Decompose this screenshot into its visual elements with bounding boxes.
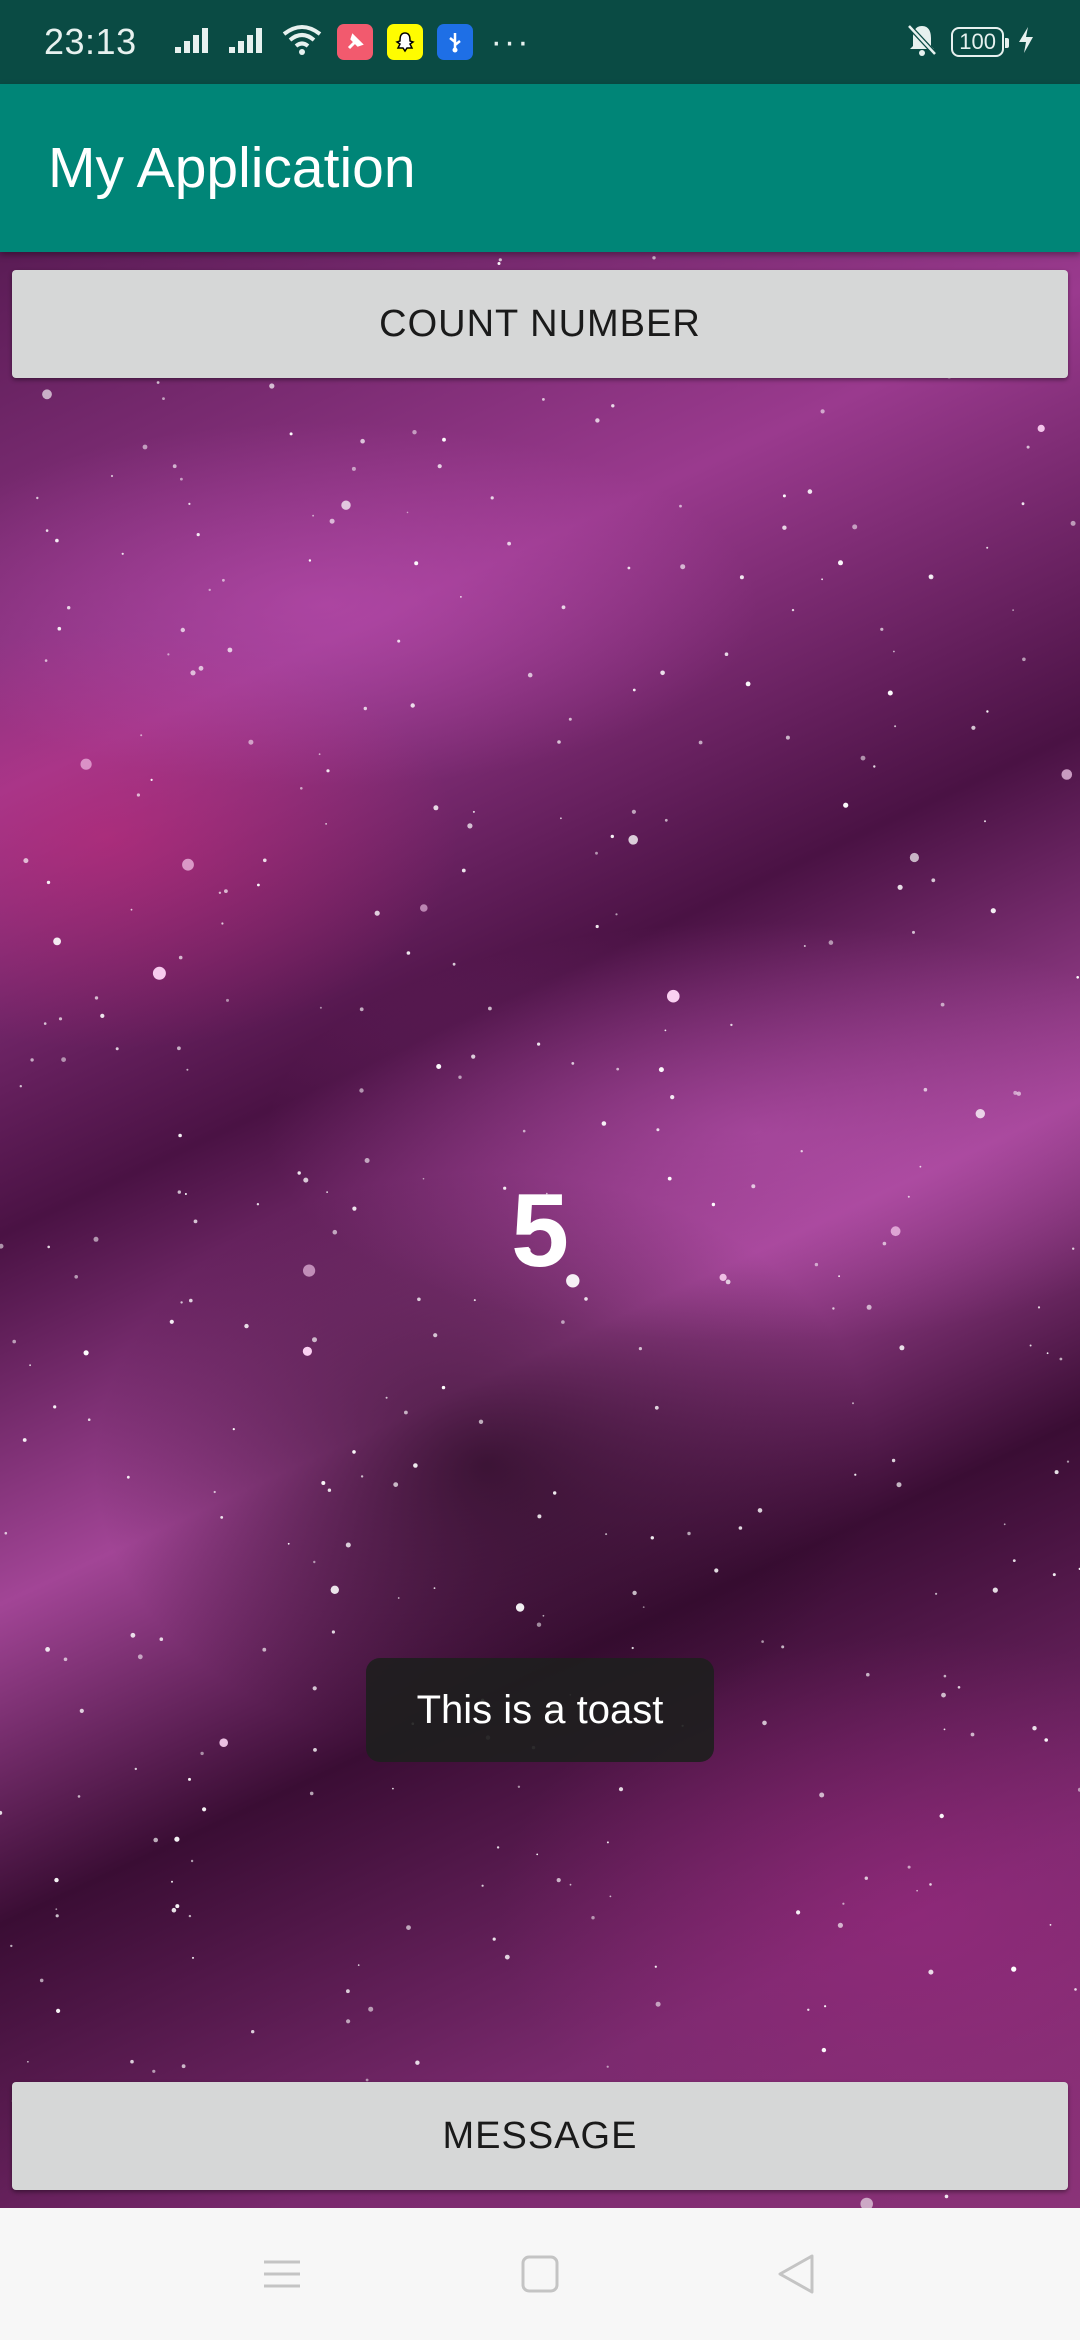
signal-icon (227, 25, 267, 60)
more-notifications: ··· (490, 22, 531, 61)
signal-icon (173, 25, 213, 60)
snapchat-icon (386, 24, 423, 60)
home-icon[interactable] (510, 2244, 570, 2304)
battery-icon: 100 (951, 27, 1009, 57)
menu-icon[interactable] (252, 2244, 312, 2304)
charging-icon (1016, 25, 1036, 60)
status-time: 23:13 (44, 21, 137, 62)
toast: This is a toast (366, 1658, 714, 1762)
usb-icon (436, 24, 473, 60)
status-right: 100 (905, 22, 1036, 63)
galaxy-background: COUNT NUMBER 5 This is a toast MESSAGE (0, 252, 1080, 2208)
toast-text: This is a toast (416, 1687, 664, 1732)
notifications-off-icon (905, 22, 939, 63)
status-bar: 23:13 ··· 100 (0, 0, 1080, 84)
count-number-button[interactable]: COUNT NUMBER (12, 270, 1068, 378)
screen: 23:13 ··· 100 My Application COUNT NUMBE… (0, 0, 1080, 2340)
app-bar: My Application (0, 84, 1080, 252)
pin-notification-icon (336, 24, 373, 60)
counter-value: 5 (511, 1173, 569, 1289)
back-icon[interactable] (766, 2244, 826, 2304)
battery-level: 100 (959, 29, 996, 54)
app-title: My Application (48, 136, 416, 200)
status-left: 23:13 ··· (44, 21, 531, 63)
wifi-icon (281, 24, 323, 61)
message-button[interactable]: MESSAGE (12, 2082, 1068, 2190)
navigation-bar (0, 2208, 1080, 2340)
